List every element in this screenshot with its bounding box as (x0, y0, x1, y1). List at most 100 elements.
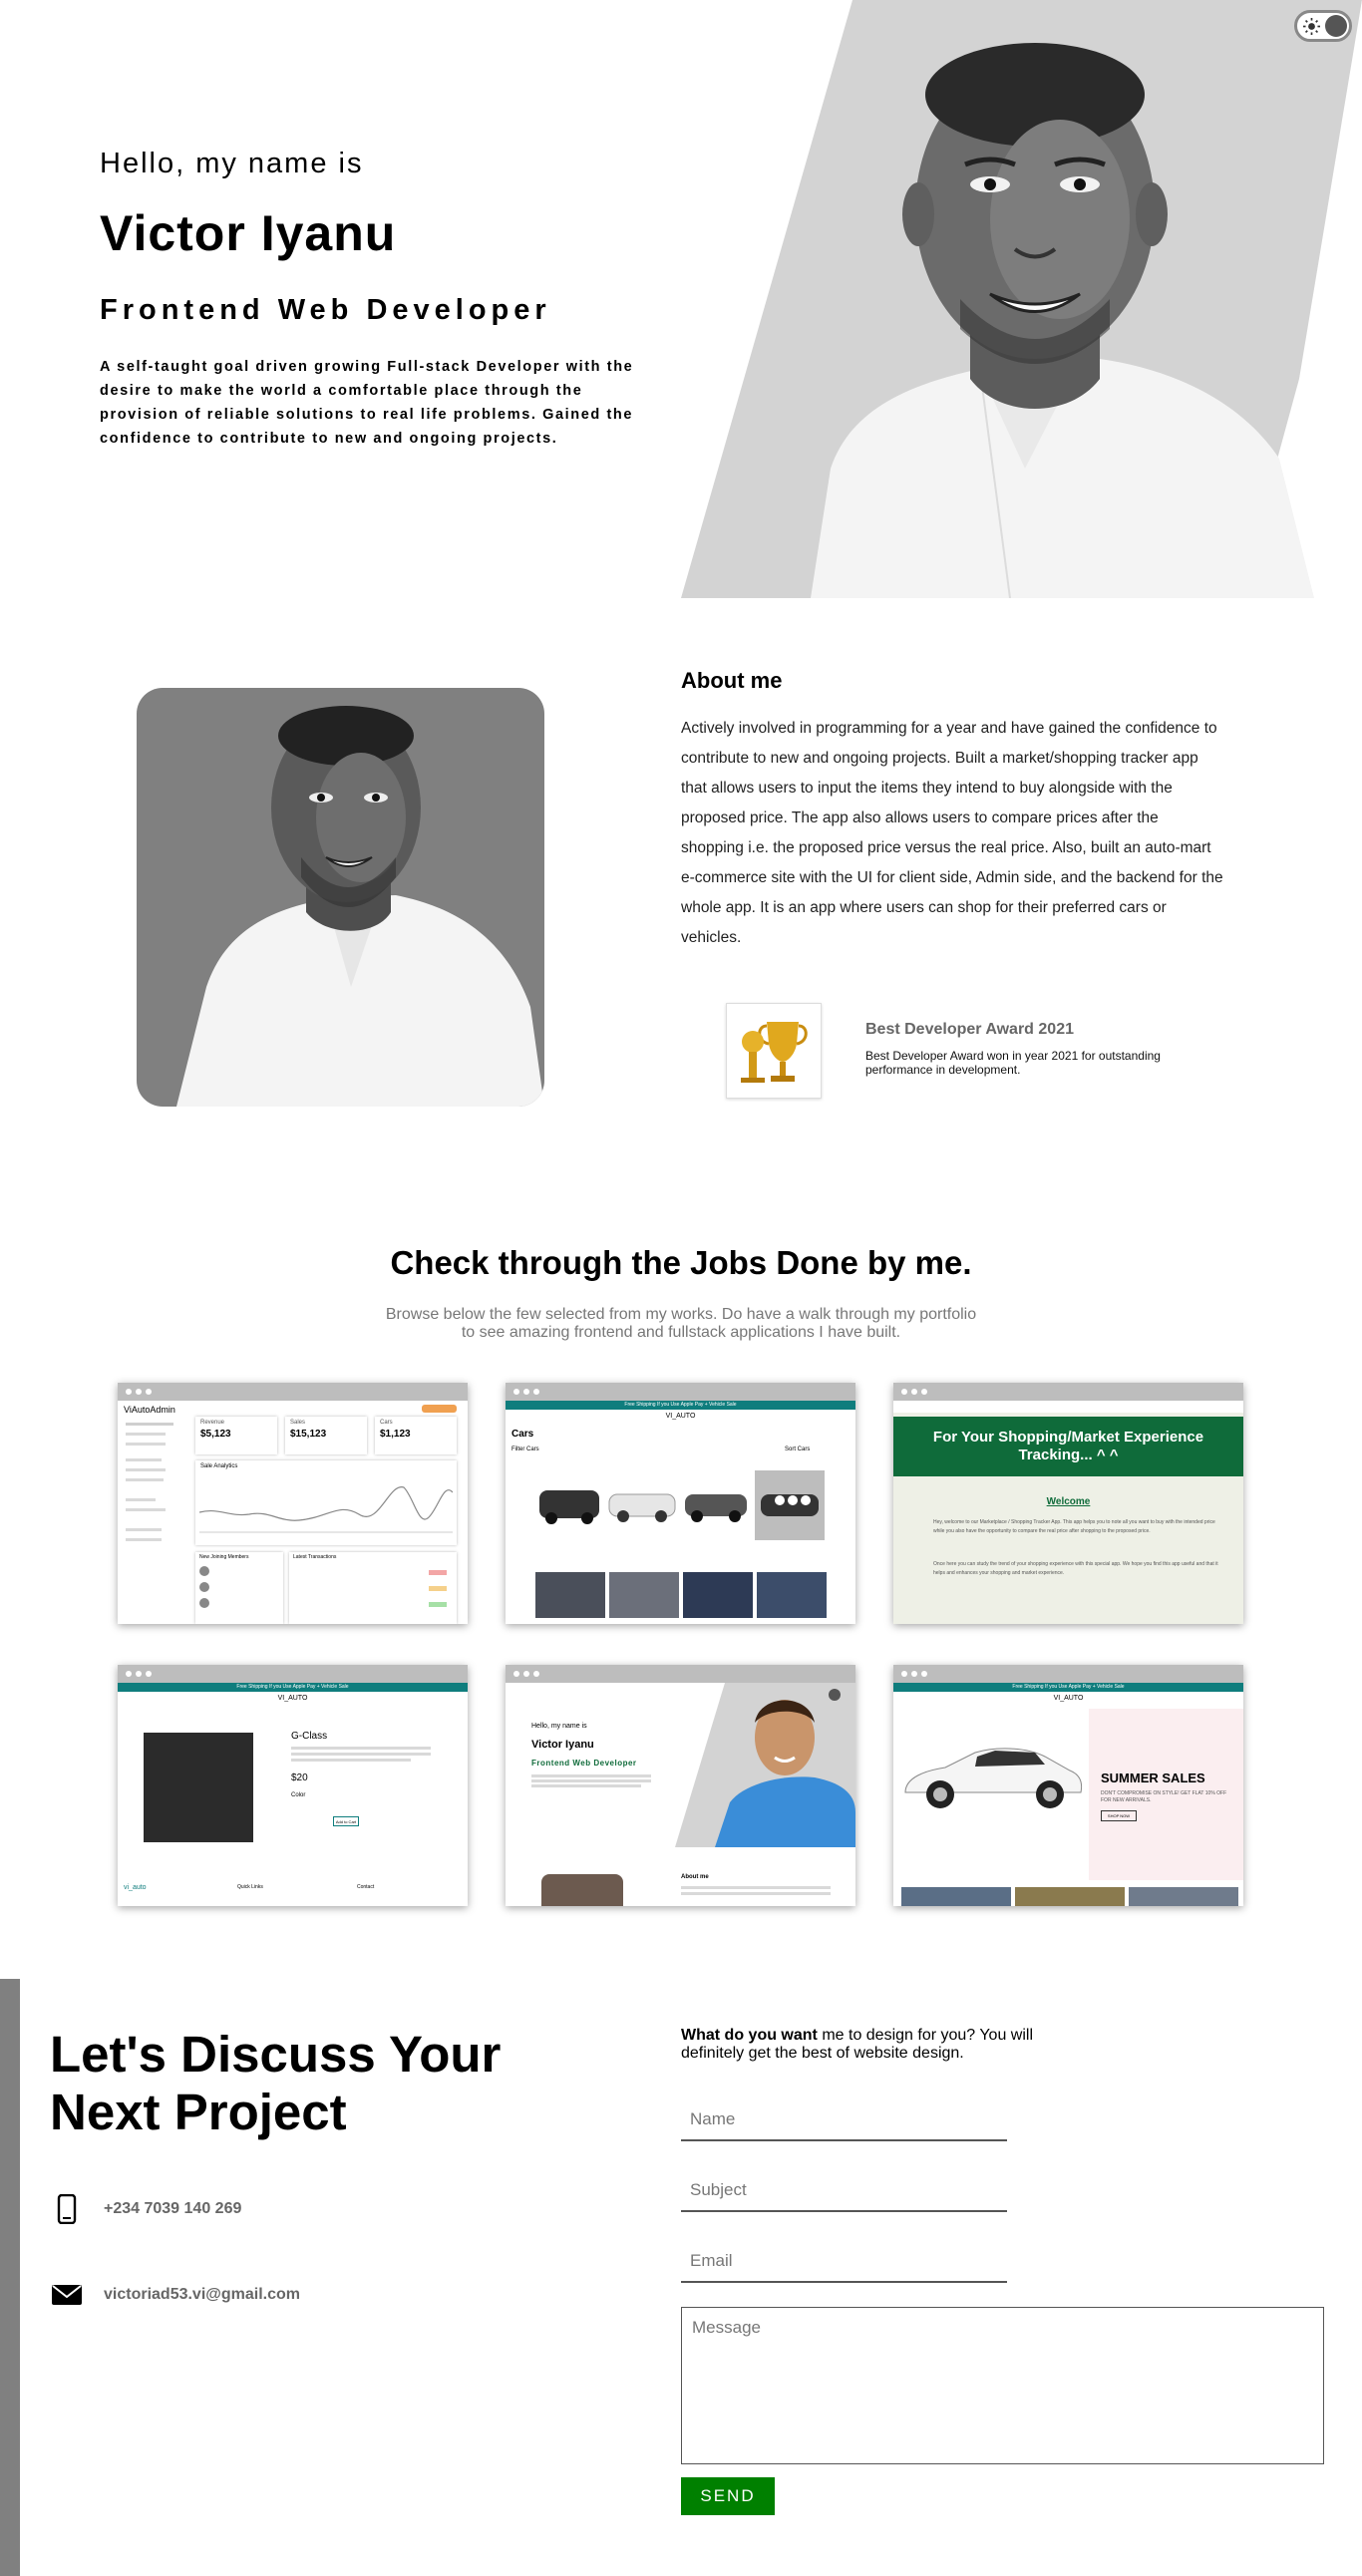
award-info: Best Developer Award 2021 Best Developer… (865, 1021, 1185, 1077)
panel-label: New Joining Members (199, 1554, 249, 1560)
admin-sales-chart: Sale Analytics (195, 1460, 457, 1545)
footer-col: Quick Links (237, 1884, 263, 1890)
window-bar (118, 1665, 468, 1683)
award-description: Best Developer Award won in year 2021 fo… (865, 1049, 1161, 1077)
about-content: About me Actively involved in programmin… (681, 668, 1224, 953)
hero-bio: A self-taught goal driven growing Full-s… (100, 359, 634, 447)
page-heading: Cars (511, 1429, 534, 1440)
project-card-shopping-tracker[interactable]: For Your Shopping/Market Experience Trac… (893, 1383, 1243, 1624)
portfolio-name: Victor Iyanu (531, 1739, 594, 1751)
hero-portrait-image (811, 0, 1362, 598)
project-card-admin-dashboard[interactable]: ViAutoAdmin Revenue $5,123 Sales $15,123… (118, 1383, 468, 1624)
project-preview: Hello, my name is Victor Iyanu Frontend … (506, 1683, 855, 1906)
project-card-product-detail[interactable]: Free Shipping If you Use Apple Pay + Veh… (118, 1665, 468, 1906)
hero-greeting: Hello, my name is (100, 148, 364, 179)
about-title: About me (681, 668, 783, 693)
car-thumbnails (539, 1470, 825, 1540)
stat-value: $5,123 (200, 1429, 231, 1440)
sale-title: SUMMER SALES (1101, 1771, 1205, 1785)
about-portrait-image (176, 706, 544, 1107)
portfolio-hero-art (675, 1683, 855, 1847)
color-label: Color (291, 1792, 306, 1798)
admin-toolbar-icons (422, 1405, 457, 1413)
about-photo (137, 688, 544, 1107)
tracker-text: Hey, welcome to our Marketplace / Shoppi… (933, 1519, 1215, 1534)
brand-logo: VI_AUTO (1053, 1695, 1084, 1702)
brand-logo: VI_AUTO (665, 1413, 696, 1420)
sale-photo (1129, 1887, 1238, 1906)
portfolio-role: Frontend Web Developer (531, 1759, 637, 1768)
form-intro-bold: What do you want (681, 2027, 818, 2044)
brand-logo: VI_AUTO (277, 1695, 308, 1702)
product-image (144, 1733, 253, 1842)
promo-banner: Free Shipping If you Use Apple Pay + Veh… (893, 1683, 1243, 1692)
mail-icon (52, 2285, 82, 2305)
admin-members-panel: New Joining Members (195, 1552, 283, 1624)
project-preview: Free Shipping If you Use Apple Pay + Veh… (118, 1683, 468, 1906)
contact-phone: +234 7039 140 269 (52, 2194, 241, 2224)
theme-toggle[interactable] (1294, 10, 1352, 42)
hero-name: Victor Iyanu (100, 205, 397, 261)
panel-label: Latest Transactions (293, 1554, 337, 1560)
email-field[interactable] (681, 2241, 1007, 2283)
filter-label: Filter Cars (511, 1447, 539, 1452)
car-photo (683, 1572, 753, 1618)
message-field[interactable] (681, 2307, 1324, 2464)
about-body: Actively involved in programming for a y… (681, 720, 1223, 946)
hero-section: Hello, my name is Victor Iyanu Frontend … (0, 0, 1362, 598)
project-preview: Free Shipping If you Use Apple Pay + Veh… (506, 1401, 855, 1624)
toggle-knob (1325, 15, 1347, 37)
portfolio-about-photo (541, 1874, 623, 1906)
project-preview: ViAutoAdmin Revenue $5,123 Sales $15,123… (118, 1401, 468, 1624)
window-bar (506, 1383, 855, 1401)
sale-car-image (904, 1748, 1083, 1808)
portfolio-greeting: Hello, my name is (531, 1723, 587, 1730)
contact-email-text: victoriad53.vi@gmail.com (104, 2286, 301, 2303)
project-card-portfolio[interactable]: Hello, my name is Victor Iyanu Frontend … (506, 1665, 855, 1906)
project-card-cars-listing[interactable]: Free Shipping If you Use Apple Pay + Veh… (506, 1383, 855, 1624)
chart-label: Sale Analytics (200, 1463, 238, 1469)
contact-email: victoriad53.vi@gmail.com (52, 2280, 300, 2310)
contact-title: Let's Discuss Your Next Project (50, 2026, 502, 2140)
form-intro: What do you want me to design for you? Y… (681, 2027, 1060, 2063)
stat-value: $1,123 (380, 1429, 411, 1440)
hero-intro: Hello, my name is Victor Iyanu Frontend … (100, 148, 638, 451)
award-trophy-image (726, 1003, 822, 1099)
admin-sidebar (122, 1419, 181, 1618)
award-title: Best Developer Award 2021 (865, 1021, 1074, 1038)
promo-banner: Free Shipping If you Use Apple Pay + Veh… (118, 1683, 468, 1692)
stat-label: Sales (290, 1420, 306, 1426)
sale-cta-mock: SHOP NOW (1101, 1810, 1137, 1821)
send-button[interactable]: SEND (681, 2477, 775, 2515)
tracker-text: Once here you can study the trend of you… (933, 1561, 1218, 1576)
contact-side-strip (0, 1979, 20, 2576)
admin-stat-card: Cars $1,123 (375, 1417, 457, 1454)
sun-icon (1303, 18, 1320, 35)
stat-value: $15,123 (290, 1429, 327, 1440)
car-photo (609, 1572, 679, 1618)
project-preview: Free Shipping If you Use Apple Pay + Veh… (893, 1683, 1243, 1906)
project-preview: For Your Shopping/Market Experience Trac… (893, 1401, 1243, 1624)
sale-description: DON'T COMPROMISE ON STYLE! GET FLAT 10% … (1101, 1790, 1227, 1803)
portfolio-about: About me (681, 1874, 709, 1880)
window-bar (118, 1383, 468, 1401)
footer-brand: vi_auto (124, 1884, 147, 1891)
name-field[interactable] (681, 2099, 1007, 2141)
subject-field[interactable] (681, 2170, 1007, 2212)
contact-phone-text: +234 7039 140 269 (104, 2200, 242, 2217)
car-photo (757, 1572, 827, 1618)
phone-icon (57, 2194, 77, 2224)
admin-stat-card: Revenue $5,123 (195, 1417, 277, 1454)
sort-label: Sort Cars (785, 1447, 811, 1452)
sale-photo (901, 1887, 1011, 1906)
project-card-summer-sale[interactable]: Free Shipping If you Use Apple Pay + Veh… (893, 1665, 1243, 1906)
stat-label: Cars (380, 1420, 393, 1426)
chart-line (199, 1486, 453, 1533)
car-photo (535, 1572, 605, 1618)
window-bar (893, 1383, 1243, 1401)
sale-photo (1015, 1887, 1125, 1906)
stat-label: Revenue (200, 1420, 225, 1426)
product-model: G-Class (291, 1731, 328, 1742)
works-title: Check through the Jobs Done by me. (390, 1244, 972, 1281)
add-to-cart-mock: Add to Cart (333, 1816, 359, 1826)
